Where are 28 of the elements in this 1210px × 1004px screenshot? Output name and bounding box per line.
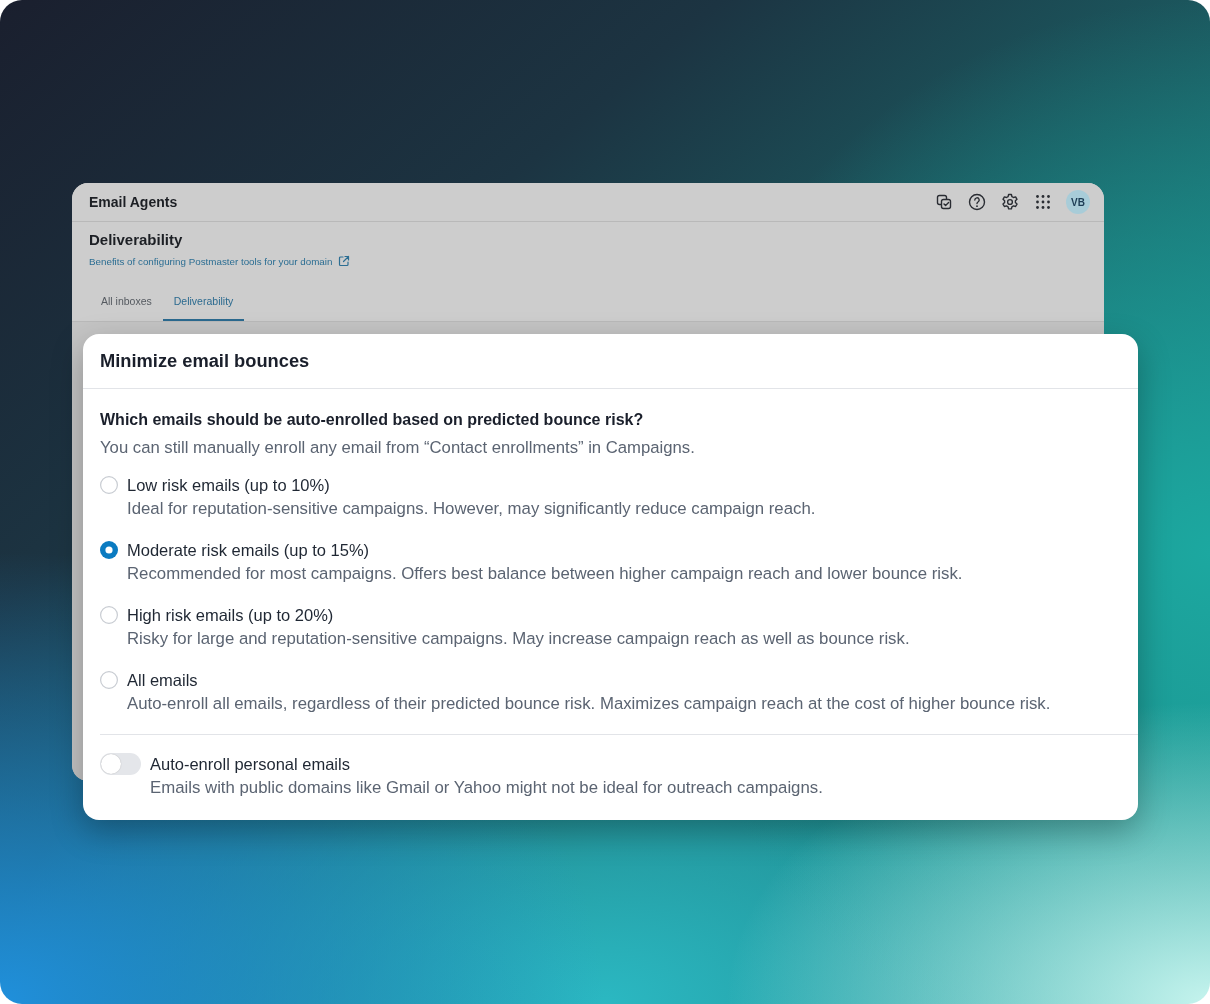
option-description: Risky for large and reputation-sensitive campaigns. May increase campaign reach as well as bounce risk. bbox=[127, 628, 911, 650]
app-title: Email Agents bbox=[89, 194, 178, 210]
help-icon[interactable] bbox=[967, 192, 987, 212]
toggle-description: Emails with public domains like Gmail or Yahoo might not be ideal for outreach campaigns. bbox=[150, 777, 824, 799]
postmaster-link[interactable]: Benefits of configuring Postmaster tools for your domain bbox=[89, 255, 333, 267]
radio-button[interactable] bbox=[100, 476, 118, 494]
hint-text: You can still manually enroll any email from “Contact enrollments” in Campaigns. bbox=[100, 437, 696, 459]
option-description: Recommended for most campaigns. Offers best balance between higher campaign reach and lower bounce risk. bbox=[127, 563, 964, 585]
option-label: High risk emails (up to 20%) bbox=[127, 605, 334, 625]
dialog-title: Minimize email bounces bbox=[100, 350, 310, 372]
option-label: Low risk emails (up to 10%) bbox=[127, 475, 330, 495]
settings-icon[interactable] bbox=[1000, 192, 1020, 212]
radio-button[interactable] bbox=[100, 541, 118, 559]
radio-button[interactable] bbox=[100, 606, 118, 624]
tab[interactable]: All inboxes bbox=[90, 284, 163, 321]
option-label: Moderate risk emails (up to 15%) bbox=[127, 540, 370, 560]
question-text: Which emails should be auto-enrolled based on predicted bounce risk? bbox=[100, 410, 645, 430]
user-avatar[interactable]: VB bbox=[1066, 190, 1090, 214]
option-description: Auto-enroll all emails, regardless of their predicted bounce risk. Maximizes campaign reach at the cost of higher bounce risk. bbox=[127, 693, 1052, 715]
external-link-icon[interactable] bbox=[338, 255, 351, 267]
page-title: Deliverability bbox=[89, 231, 183, 248]
toggle-switch[interactable] bbox=[100, 753, 141, 775]
option-label: All emails bbox=[127, 670, 198, 690]
option-description: Ideal for reputation-sensitive campaigns. However, may significantly reduce campaign reach. bbox=[127, 498, 817, 520]
grid-icon[interactable] bbox=[1033, 192, 1053, 212]
radio-button[interactable] bbox=[100, 671, 118, 689]
overlapping-squares-icon[interactable] bbox=[934, 192, 954, 212]
toggle-label: Auto-enroll personal emails bbox=[150, 754, 350, 774]
